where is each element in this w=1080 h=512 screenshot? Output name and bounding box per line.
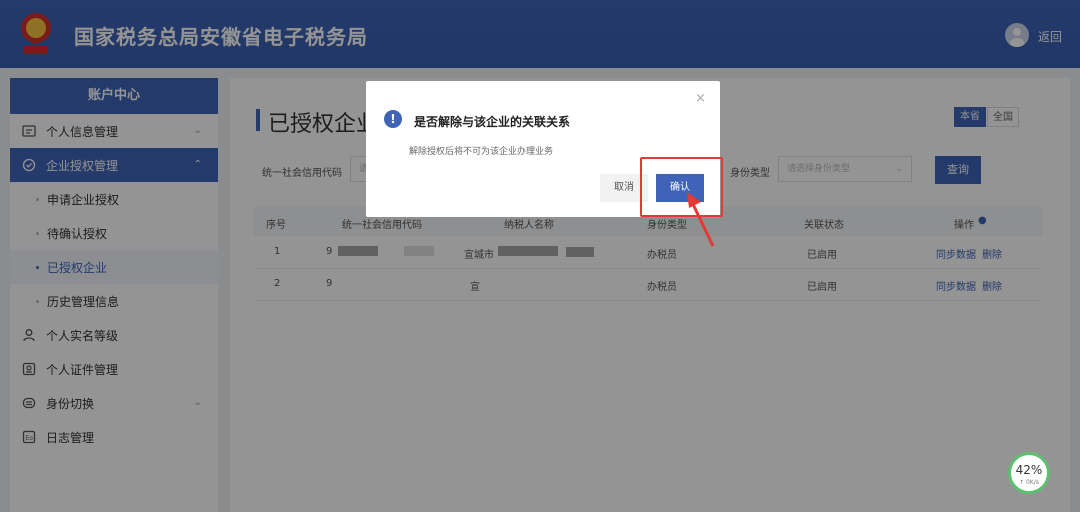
dialog-title: 是否解除与该企业的关联关系 — [414, 115, 571, 129]
alert-icon: ! — [384, 110, 402, 128]
modal-backdrop[interactable] — [0, 0, 1080, 512]
speed-percent: 42% — [1015, 463, 1043, 477]
dialog-message: 解除授权后将不可为该企业办理业务 — [409, 147, 554, 157]
red-arrow-annotation — [687, 192, 715, 247]
speed-rate: ↑ 0K/s — [1019, 479, 1039, 486]
close-icon[interactable]: × — [695, 91, 706, 106]
network-speed-widget[interactable]: 42% ↑ 0K/s — [1008, 452, 1050, 494]
